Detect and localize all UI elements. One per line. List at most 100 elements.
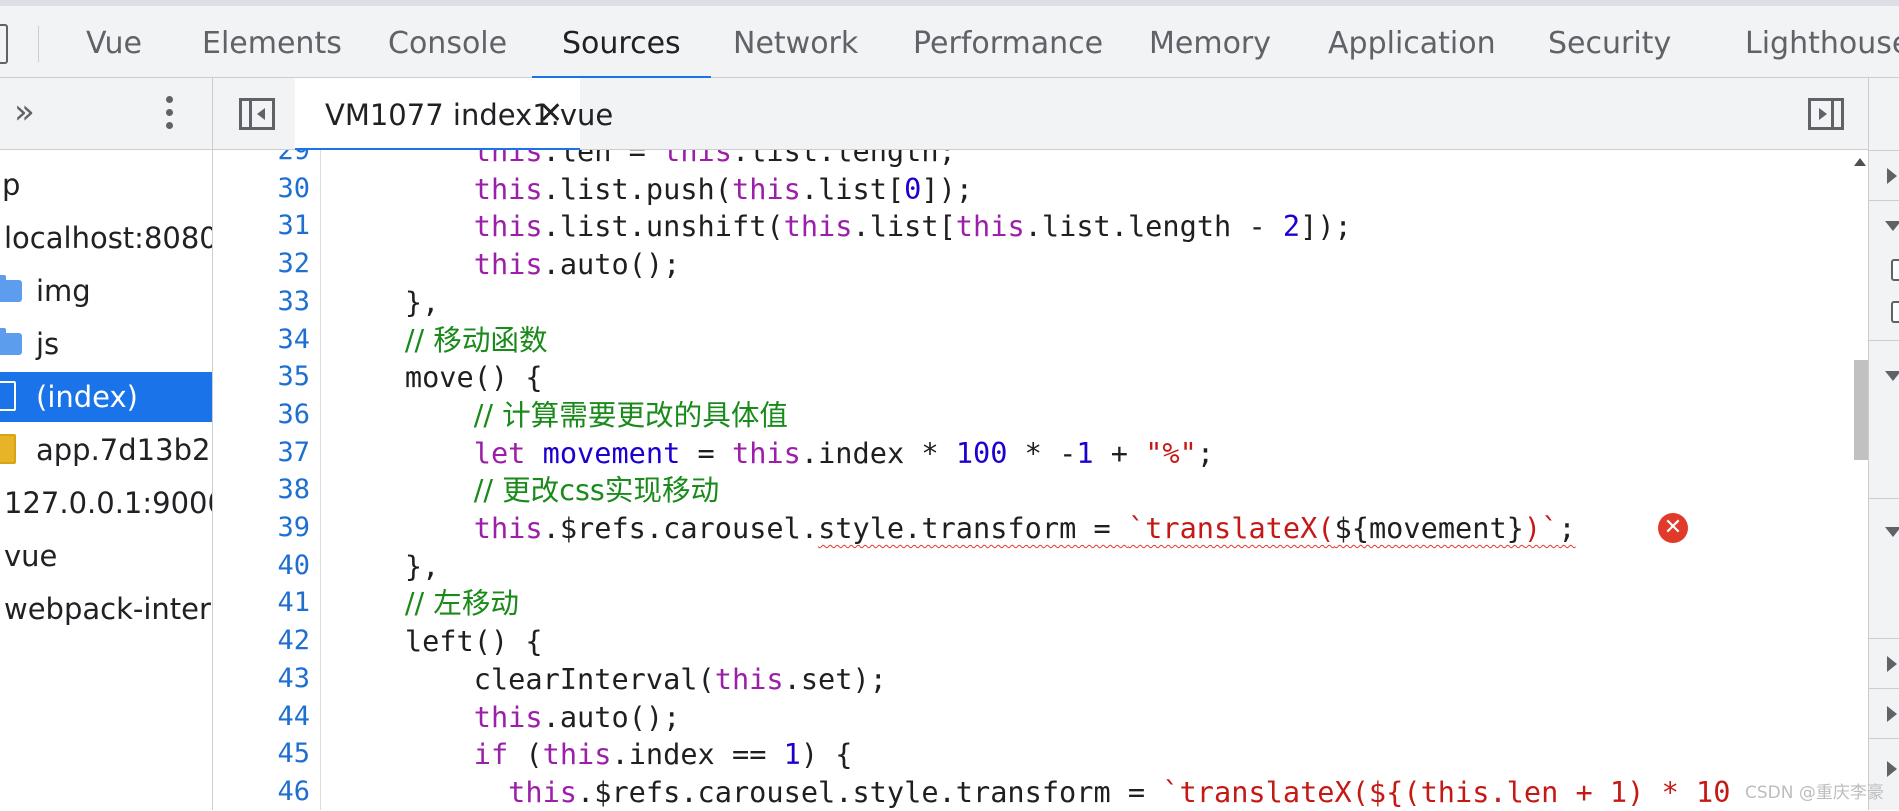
tab-memory[interactable]: Memory [1149,6,1271,78]
tree-item-label: img [36,274,91,308]
code-text: // 左移动 [404,586,520,621]
code-line[interactable]: 43 clearInterval(this.set); [213,660,1868,698]
sidebar-section[interactable] [1869,688,1899,739]
debugger-sidebar [1868,78,1899,810]
toggle-navigator-icon[interactable] [239,98,275,130]
more-options-icon[interactable] [166,96,174,134]
collapse-icon[interactable] [1885,527,1899,537]
sidebar-section[interactable] [1869,638,1899,689]
tab-label: Network [733,26,859,61]
tab-performance[interactable]: Performance [913,6,1103,78]
line-number[interactable]: 29 [213,150,310,170]
line-number[interactable]: 36 [213,396,310,434]
tab-security[interactable]: Security [1548,6,1671,78]
line-number[interactable]: 37 [213,434,310,472]
code-line[interactable]: 38 // 更改css实现移动 [213,471,1868,509]
tree-item[interactable]: app.7d13b23 [0,425,212,475]
tree-item-label: p [2,168,21,202]
sidebar-section[interactable] [1869,498,1899,579]
code-line[interactable]: 31 this.list.unshift(this.list[this.list… [213,207,1868,245]
line-number[interactable]: 33 [213,283,310,321]
code-line[interactable]: 45 if (this.index == 1) { [213,735,1868,773]
collapse-icon[interactable] [1885,221,1899,231]
line-number[interactable]: 35 [213,358,310,396]
scroll-up-icon[interactable] [1854,158,1866,166]
tree-item-label: webpack-interr [4,592,213,626]
line-number[interactable]: 38 [213,471,310,509]
tab-network[interactable]: Network [733,6,858,78]
sidebar-section[interactable] [1869,200,1899,341]
tab-application[interactable]: Application [1328,6,1496,78]
tree-item-label: (index) [36,380,138,414]
expand-icon[interactable] [1887,761,1897,777]
tab-sources[interactable]: Sources [532,6,711,79]
line-number[interactable]: 45 [213,735,310,773]
code-line[interactable]: 42 left() { [213,622,1868,660]
tab-label: Performance [913,26,1104,61]
line-number[interactable]: 40 [213,547,310,585]
code-line[interactable]: 44 this.auto(); [213,698,1868,736]
inspect-element-icon[interactable] [0,24,8,64]
line-number[interactable]: 41 [213,584,310,622]
code-text: this.list.push(this.list[0]); [473,171,974,206]
code-text: // 计算需要更改的具体值 [473,397,789,432]
tab-label: Elements [202,26,342,61]
tab-vue[interactable]: Vue [86,6,142,78]
code-line[interactable]: 29 this.len = this.list.length; [213,150,1868,170]
code-line[interactable]: 35 move() { [213,358,1868,396]
error-icon[interactable]: ✕ [1658,513,1688,543]
collapse-icon[interactable] [1885,371,1899,381]
scrollbar-thumb[interactable] [1854,360,1868,460]
code-line[interactable]: 33 }, [213,283,1868,321]
folder-icon [0,275,22,302]
sidebar-section[interactable] [1869,150,1899,201]
code-line[interactable]: 36 // 计算需要更改的具体值 [213,396,1868,434]
expand-icon[interactable] [1887,168,1897,184]
sources-navigator: » p localhost:8080 img js (index) app.7d13b23… [0,78,213,810]
code-line[interactable]: 39 this.$refs.carousel.style.transform =… [213,509,1868,547]
code-line[interactable]: 41 // 左移动 [213,584,1868,622]
tab-console[interactable]: Console [388,6,507,78]
line-number[interactable]: 30 [213,170,310,208]
code-line[interactable]: 34 // 移动函数 [213,321,1868,359]
line-number[interactable]: 34 [213,321,310,359]
tree-item[interactable]: vue [0,531,212,581]
line-number[interactable]: 44 [213,698,310,736]
code-text: this.$refs.carousel.style.transform = `t… [508,774,1731,809]
code-line[interactable]: 46 this.$refs.carousel.style.transform =… [213,773,1868,810]
sidebar-section[interactable] [1869,340,1899,421]
code-text: // 更改css实现移动 [473,473,720,508]
line-number[interactable]: 42 [213,622,310,660]
code-text: // 移动函数 [404,322,548,357]
code-line[interactable]: 37 let movement = this.index * 100 * -1 … [213,434,1868,472]
vertical-scrollbar[interactable] [1840,150,1868,810]
tree-item[interactable]: p [0,160,212,210]
tree-item[interactable]: webpack-interr [0,584,213,634]
expand-icon[interactable] [1887,656,1897,672]
code-text: }, [336,548,440,583]
code-editor[interactable]: 29 this.len = this.list.length; 30 this.l… [213,150,1868,810]
code-line[interactable]: 40 }, [213,547,1868,585]
tree-item[interactable]: 127.0.0.1:9000 [0,478,212,528]
code-line[interactable]: 32 this.auto(); [213,245,1868,283]
line-number[interactable]: 43 [213,660,310,698]
line-number[interactable]: 32 [213,245,310,283]
editor-file-tab[interactable]: VM1077 index1.vue ✕ [295,78,613,151]
tab-lighthouse[interactable]: Lighthouse [1745,6,1899,78]
tree-item[interactable]: img [0,266,212,316]
tree-item[interactable]: js [0,319,212,369]
expand-icon[interactable] [1887,706,1897,722]
toolbar-divider [38,26,39,62]
tree-item[interactable]: (index) [0,372,212,422]
checkbox[interactable] [1891,301,1899,323]
line-number[interactable]: 46 [213,773,310,810]
line-number[interactable]: 39 [213,509,310,547]
tree-item[interactable]: localhost:8080 [0,213,212,263]
line-number[interactable]: 31 [213,207,310,245]
close-icon[interactable]: ✕ [538,78,563,150]
checkbox[interactable] [1891,259,1899,281]
code-line[interactable]: 30 this.list.push(this.list[0]); [213,170,1868,208]
more-tabs-icon[interactable]: » [14,92,35,132]
toggle-debugger-icon[interactable] [1808,98,1844,130]
tab-elements[interactable]: Elements [202,6,342,78]
